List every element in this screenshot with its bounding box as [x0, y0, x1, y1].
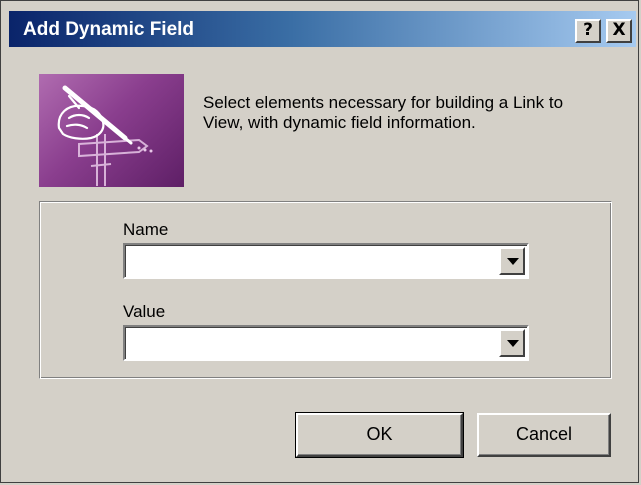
name-dropdown-button[interactable] — [499, 247, 525, 275]
dialog-title: Add Dynamic Field — [23, 19, 195, 40]
value-combobox[interactable] — [123, 325, 529, 361]
chevron-down-icon — [507, 340, 519, 347]
name-combobox[interactable] — [123, 243, 529, 279]
name-label: Name — [123, 220, 169, 239]
add-dynamic-field-dialog: Add Dynamic Field ? X Select elements ne… — [0, 0, 639, 483]
title-bar[interactable]: Add Dynamic Field ? X — [9, 11, 636, 47]
value-dropdown-button[interactable] — [499, 329, 525, 357]
dialog-description: Select elements necessary for building a… — [203, 93, 564, 132]
signpost-pen-logo-icon — [39, 74, 184, 187]
help-button[interactable]: ? — [575, 19, 601, 43]
cancel-button[interactable]: Cancel — [477, 413, 611, 457]
value-label: Value — [123, 302, 166, 321]
close-button[interactable]: X — [606, 19, 632, 43]
ok-button[interactable]: OK — [295, 412, 464, 458]
chevron-down-icon — [507, 258, 519, 265]
